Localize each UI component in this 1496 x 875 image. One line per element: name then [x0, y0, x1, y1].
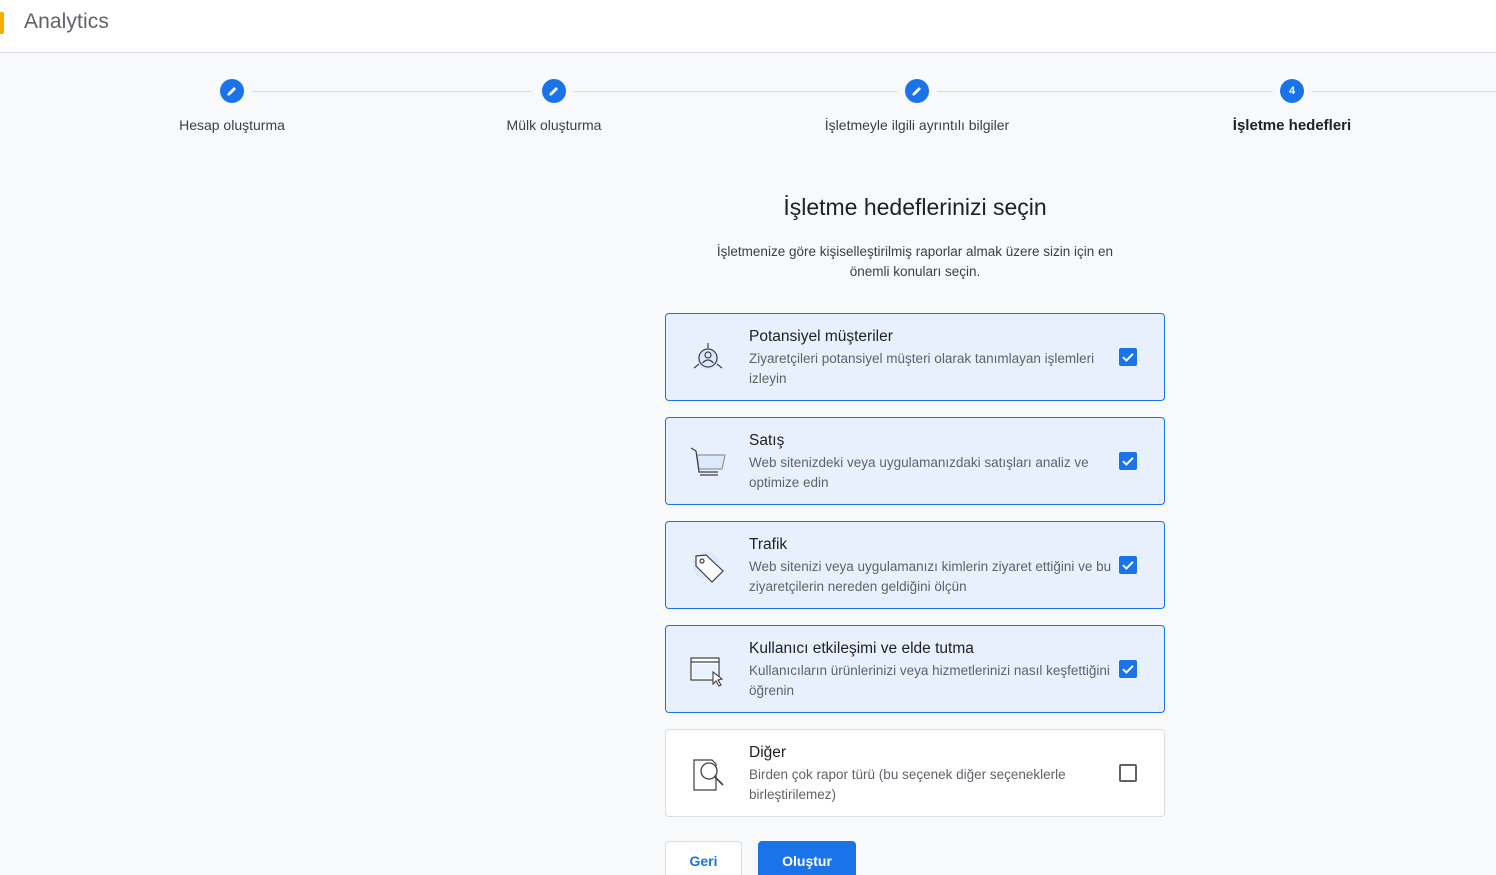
checkmark-icon: [1122, 665, 1134, 674]
setup-stepper: Hesap oluşturma Mülk oluşturma İşletmeyl…: [0, 53, 1496, 153]
step-label: İşletme hedefleri: [1232, 117, 1352, 134]
app-title: Analytics: [24, 10, 109, 33]
objective-card-sales[interactable]: Satış Web sitenizdeki veya uygulamanızda…: [665, 417, 1165, 505]
step-account-creation[interactable]: Hesap oluşturma: [82, 79, 382, 133]
sales-checkbox[interactable]: [1119, 452, 1137, 470]
pencil-icon: [912, 87, 921, 96]
objective-card-engagement[interactable]: Kullanıcı etkileşimi ve elde tutma Kulla…: [665, 625, 1165, 713]
card-description: Ziyaretçileri potansiyel müşteri olarak …: [749, 351, 1095, 386]
step-completed-indicator: [220, 79, 244, 103]
step-completed-indicator: [542, 79, 566, 103]
card-title: Potansiyel müşteriler: [749, 328, 893, 345]
card-title: Diğer: [749, 744, 787, 761]
analytics-logo: [0, 12, 4, 34]
card-description: Web sitenizi veya uygulamanızı kimlerin …: [749, 559, 1112, 594]
browser-cursor-icon: [690, 657, 724, 687]
card-description: Kullanıcıların ürünlerinizi veya hizmetl…: [749, 663, 1110, 698]
step-property-creation[interactable]: Mülk oluşturma: [404, 79, 704, 133]
card-description: Birden çok rapor türü (bu seçenek diğer …: [749, 767, 1066, 802]
page-subtitle: İşletmenize göre kişiselleştirilmiş rapo…: [716, 244, 1114, 279]
top-app-bar: Analytics: [0, 0, 1496, 53]
leads-checkbox[interactable]: [1119, 348, 1137, 366]
step-label: Hesap oluşturma: [179, 117, 285, 133]
tag-icon: [693, 552, 724, 583]
step-business-details[interactable]: İşletmeyle ilgili ayrıntılı bilgiler: [767, 79, 1067, 133]
engagement-checkbox[interactable]: [1119, 660, 1137, 678]
step-business-objectives: 4 İşletme hedefleri: [1142, 79, 1442, 134]
card-title: Kullanıcı etkileşimi ve elde tutma: [749, 640, 974, 657]
leads-target-icon: [693, 343, 723, 370]
card-description: Web sitenizdeki veya uygulamanızdaki sat…: [749, 455, 1089, 490]
step-label: İşletmeyle ilgili ayrıntılı bilgiler: [824, 117, 1010, 133]
pencil-icon: [227, 87, 236, 96]
document-search-icon: [693, 759, 724, 791]
step-number-indicator: 4: [1280, 79, 1304, 103]
checkmark-icon: [1122, 561, 1134, 570]
page-title: İşletme hedeflerinizi seçin: [783, 194, 1047, 220]
card-title: Trafik: [749, 536, 788, 553]
checkmark-icon: [1122, 353, 1134, 362]
objective-card-traffic[interactable]: Trafik Web sitenizi veya uygulamanızı ki…: [665, 521, 1165, 609]
shopping-cart-icon: [690, 447, 726, 476]
objective-card-leads[interactable]: Potansiyel müşteriler Ziyaretçileri pota…: [665, 313, 1165, 401]
create-button[interactable]: Oluştur: [758, 841, 856, 875]
pencil-icon: [549, 87, 558, 96]
step-label: Mülk oluşturma: [506, 117, 602, 133]
card-title: Satış: [749, 432, 785, 449]
checkmark-icon: [1122, 457, 1134, 466]
back-button[interactable]: Geri: [665, 841, 742, 875]
traffic-checkbox[interactable]: [1119, 556, 1137, 574]
step-completed-indicator: [905, 79, 929, 103]
other-checkbox[interactable]: [1119, 764, 1137, 782]
objective-card-other[interactable]: Diğer Birden çok rapor türü (bu seçenek …: [665, 729, 1165, 817]
